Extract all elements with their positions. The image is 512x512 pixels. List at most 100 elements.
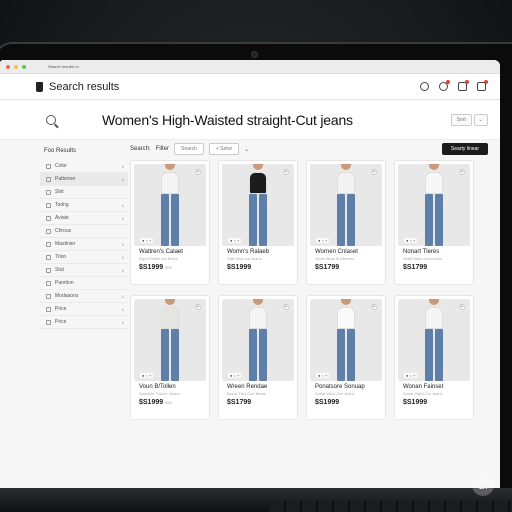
- sidebar-filter-item[interactable]: Aviate 1: [40, 212, 128, 225]
- chevron-down-icon[interactable]: ⌄: [244, 146, 249, 153]
- price-value: $S1999: [139, 264, 164, 271]
- sidebar-filter-item[interactable]: Chrous: [40, 225, 128, 238]
- product-name[interactable]: Nonart Tleres: [403, 249, 473, 255]
- add-to-wishlist-icon[interactable]: +: [459, 169, 465, 175]
- product-price: $S1999 $90: [139, 264, 209, 271]
- checkbox[interactable]: [46, 202, 51, 208]
- browser-chrome: Search results •••: [0, 60, 500, 74]
- product-photo[interactable]: + ● ○ +: [222, 164, 294, 246]
- sidebar-filter-item[interactable]: Price 1: [40, 316, 128, 329]
- header-icons: [420, 80, 488, 91]
- product-card[interactable]: + ● ○ + Wonan Fainset Sonai Pafel Cut Jeans…: [394, 295, 474, 420]
- add-to-wishlist-icon[interactable]: +: [371, 304, 377, 310]
- sidebar-filter-item[interactable]: Stut 1: [40, 264, 128, 277]
- model-figure: [331, 164, 361, 246]
- browser-tab[interactable]: Search results •••: [48, 64, 79, 69]
- checkbox[interactable]: [46, 306, 51, 312]
- filter-label[interactable]: Filter: [156, 146, 169, 152]
- checkbox[interactable]: [46, 228, 51, 234]
- add-to-wishlist-icon[interactable]: +: [195, 304, 201, 310]
- magnifier-icon[interactable]: [46, 114, 56, 125]
- checkbox[interactable]: [46, 215, 51, 221]
- sidebar-item-label: Aviate: [55, 215, 69, 221]
- notifications-icon[interactable]: [439, 80, 450, 91]
- shopping-bag-icon[interactable]: [36, 81, 43, 92]
- price-value: $S1799: [227, 399, 252, 406]
- chevron-down-icon[interactable]: ⌄: [473, 113, 488, 126]
- product-photo[interactable]: + ● ○ +: [398, 299, 470, 381]
- product-card[interactable]: + ● ○ + Wreen Rendae Brook Tilor Cut/ Bams $…: [218, 295, 298, 420]
- sidebar-filter-item[interactable]: Shit: [40, 186, 128, 199]
- product-card[interactable]: + ● ○ + Womn's Ralaeb Stat Wrsf cut Jeans $S…: [218, 160, 298, 285]
- search-icon[interactable]: [420, 82, 429, 91]
- cart-icon[interactable]: [477, 80, 488, 91]
- product-price: $S1999 $90: [139, 399, 209, 406]
- cart-badge: [484, 80, 488, 84]
- product-name[interactable]: Ponatsore Sonuap: [315, 384, 385, 390]
- sort-control[interactable]: Sort ⌄: [450, 113, 488, 126]
- product-name[interactable]: Wonan Fainset: [403, 384, 473, 390]
- close-window-icon[interactable]: [6, 64, 10, 69]
- product-description: Brook Tilor Cut/ Bams: [227, 391, 266, 396]
- product-name[interactable]: Womn's Ralaeb: [227, 249, 297, 255]
- add-to-wishlist-icon[interactable]: +: [371, 169, 377, 175]
- checkbox[interactable]: [46, 163, 51, 169]
- product-photo[interactable]: + ● ○ +: [222, 299, 294, 381]
- product-price: $S1799: [403, 264, 473, 271]
- checkbox[interactable]: [46, 176, 51, 182]
- product-description: Sonai Pafel Cut Jeans: [403, 391, 443, 396]
- add-to-wishlist-icon[interactable]: +: [283, 304, 289, 310]
- sidebar-filter-item[interactable]: Patterner 1: [40, 173, 128, 186]
- sidebar-filter-item[interactable]: Modaaons 1: [40, 290, 128, 303]
- product-name[interactable]: Wattren's Calaet: [139, 249, 209, 255]
- color-swatch-tag[interactable]: ● ○ +: [404, 238, 418, 243]
- checkbox[interactable]: [46, 267, 51, 273]
- checkbox[interactable]: [46, 293, 51, 299]
- checkbox[interactable]: [46, 241, 51, 247]
- product-photo[interactable]: + ● ○ +: [134, 164, 206, 246]
- color-swatch-tag[interactable]: ● ○ +: [140, 238, 154, 243]
- wishlist-icon[interactable]: [458, 80, 469, 91]
- add-filter-button[interactable]: + Setor: [208, 143, 240, 155]
- color-swatch-tag[interactable]: ● ○ +: [316, 373, 330, 378]
- maximize-window-icon[interactable]: [22, 64, 26, 69]
- minimize-window-icon[interactable]: [14, 64, 18, 69]
- add-to-wishlist-icon[interactable]: +: [283, 169, 289, 175]
- product-name[interactable]: Wreen Rendae: [227, 384, 297, 390]
- product-photo[interactable]: + ● ○ +: [310, 164, 382, 246]
- color-swatch-tag[interactable]: ● ○ +: [140, 373, 154, 378]
- product-photo[interactable]: + ● ○ +: [398, 164, 470, 246]
- product-price: $S1999: [315, 399, 385, 406]
- color-swatch-tag[interactable]: ● ○ +: [228, 373, 242, 378]
- filter-search-input[interactable]: Search: [174, 143, 204, 155]
- product-name[interactable]: Voun B/Tollen: [139, 384, 209, 390]
- color-swatch-tag[interactable]: ● ○ +: [404, 373, 418, 378]
- product-card[interactable]: + ● ○ + Ponatsore Sonuap Sorial Wha' Gut Je…: [306, 295, 386, 420]
- color-swatch-tag[interactable]: ● ○ +: [228, 238, 242, 243]
- product-photo[interactable]: + ● ○ +: [310, 299, 382, 381]
- sidebar-filter-item[interactable]: Trion 1: [40, 251, 128, 264]
- product-card[interactable]: + ● ○ + Nonart Tleres Sealt Whul ont brands…: [394, 160, 474, 285]
- sidebar-filter-item[interactable]: Todng 1: [40, 199, 128, 212]
- search-button[interactable]: Searty linear: [441, 143, 488, 155]
- checkbox[interactable]: [46, 319, 51, 325]
- sidebar-filter-item[interactable]: Mastinier 1: [40, 238, 128, 251]
- add-to-wishlist-icon[interactable]: +: [459, 304, 465, 310]
- product-photo[interactable]: + ● ○ +: [134, 299, 206, 381]
- checkbox[interactable]: [46, 189, 51, 195]
- product-name[interactable]: Wornen Cnlaset: [315, 249, 385, 255]
- product-card[interactable]: + ● ○ + Voun B/Tollen Sporfont Thurch Jeans…: [130, 295, 210, 420]
- product-card[interactable]: + ● ○ + Wornen Cnlaset Sorai Whal Sut Berms…: [306, 160, 386, 285]
- checkbox[interactable]: [46, 254, 51, 260]
- checkbox[interactable]: [46, 280, 51, 286]
- sidebar-item-label: Chrous: [55, 228, 72, 234]
- color-swatch-tag[interactable]: ● ○ +: [316, 238, 330, 243]
- add-to-wishlist-icon[interactable]: +: [195, 169, 201, 175]
- sidebar-filter-item[interactable]: Paortion: [40, 277, 128, 290]
- product-price: $S1799: [315, 264, 385, 271]
- old-price: $90: [165, 265, 172, 270]
- sidebar-filter-item[interactable]: Price 1: [40, 303, 128, 316]
- sort-select[interactable]: Sort: [450, 113, 472, 126]
- sidebar-filter-item[interactable]: Color 1: [40, 160, 128, 173]
- product-card[interactable]: + ● ○ + Wattren's Calaet Biyolf Pabel cut B…: [130, 160, 210, 285]
